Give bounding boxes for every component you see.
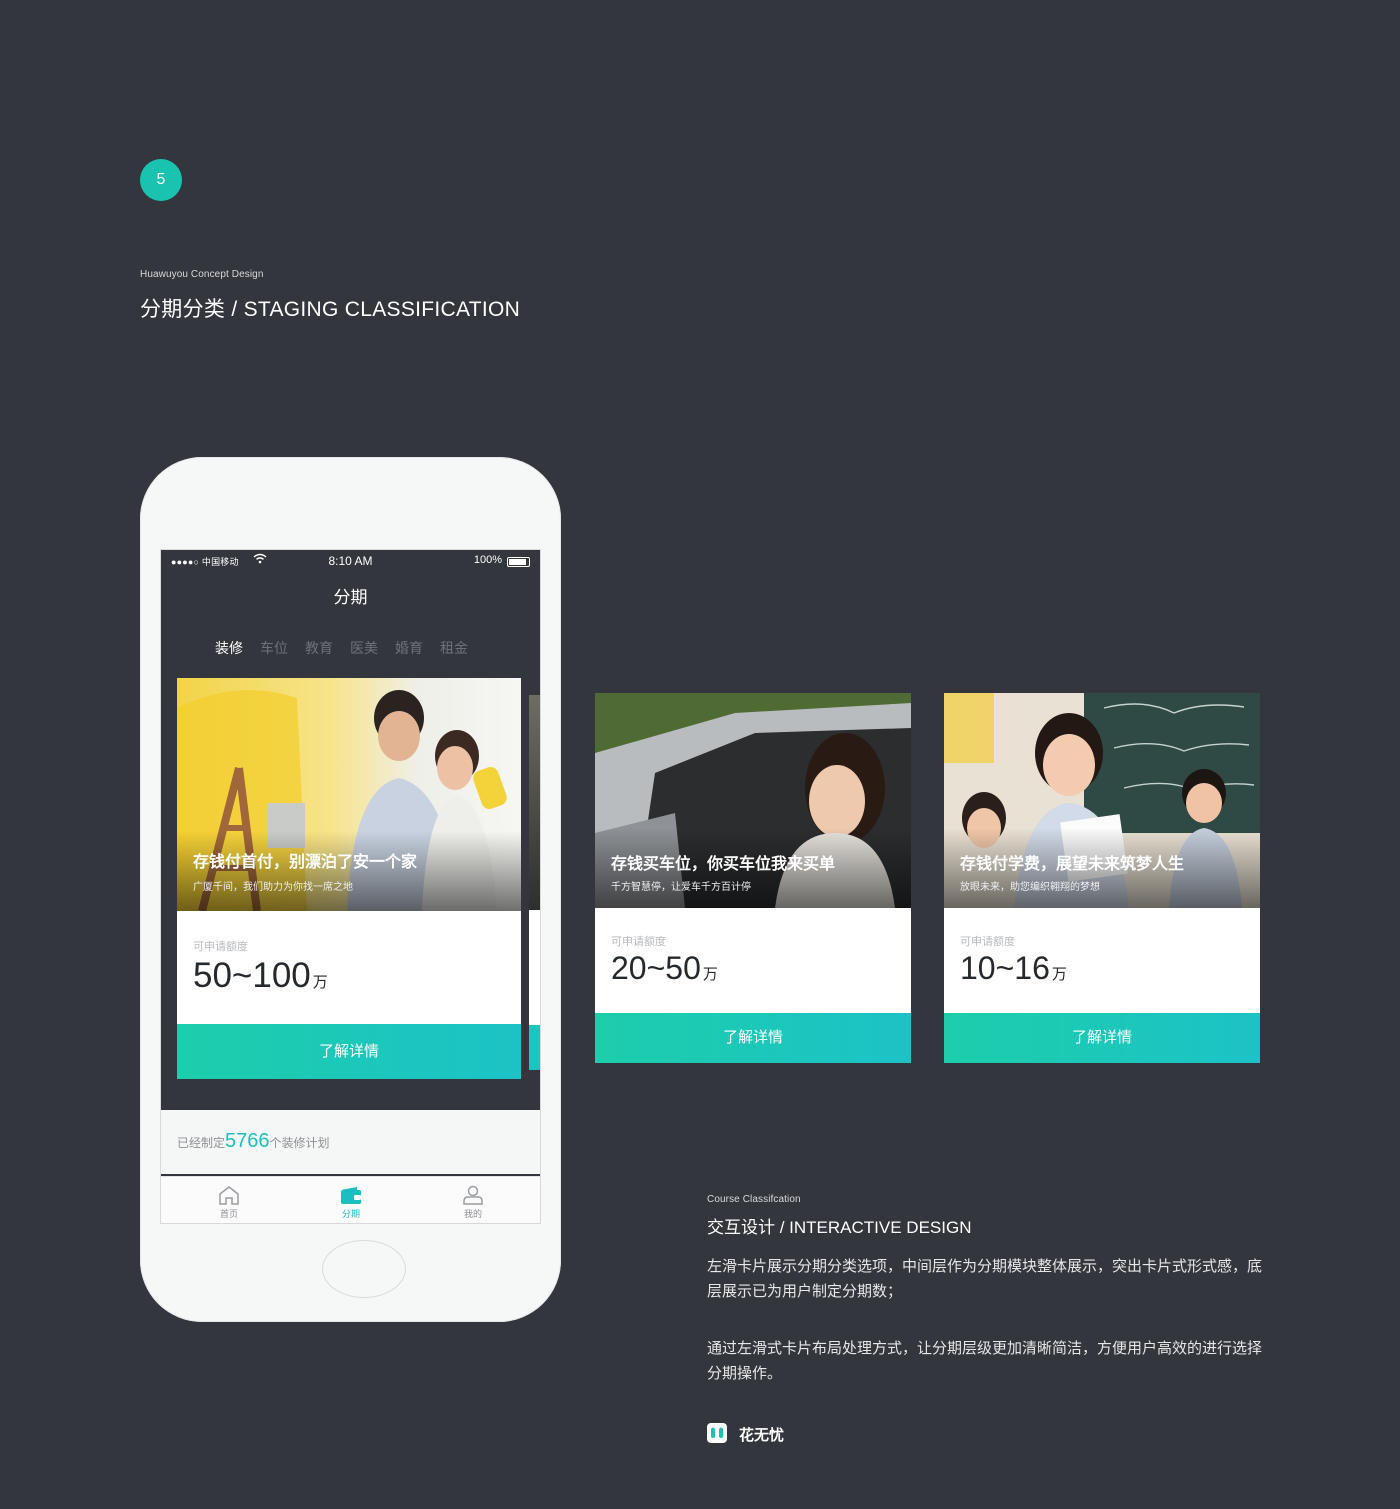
tabbar-installment[interactable]: 分期	[288, 1177, 414, 1220]
next-card-peek[interactable]	[529, 695, 540, 1070]
section2-kicker: Course Classifcation	[707, 1194, 801, 1205]
category-tabs: 装修 车位 教育 医美 婚育 租金	[215, 638, 485, 658]
tab-cosmetic[interactable]: 医美	[350, 638, 378, 658]
card-photo: 存钱付学费，展望未来筑梦人生 放眼未来，助您编织翱翔的梦想	[944, 693, 1260, 908]
tab-renovation[interactable]: 装修	[215, 638, 243, 658]
installment-card-renovation[interactable]: 存钱付首付，别漂泊了安一个家 广厦千间，我们助力为你找一席之地 可申请额度 50…	[177, 678, 521, 1079]
card-headline: 存钱买车位，你买车位我来买单	[611, 856, 836, 873]
plans-count-strip: 已经制定5766个装修计划	[161, 1110, 540, 1174]
amount-value: 50~100	[193, 956, 311, 995]
credit-limit-label: 可申请额度	[611, 936, 666, 948]
card-photo: 存钱买车位，你买车位我来买单 千方智慧停，让爱车千方百计停	[595, 693, 911, 908]
amount-unit: 万	[702, 966, 718, 983]
tab-rent[interactable]: 租金	[440, 638, 468, 658]
plans-prefix: 已经制定	[177, 1136, 226, 1150]
description-paragraph-1: 左滑卡片展示分期分类选项，中间层作为分期模块整体展示，突出卡片式形式感，底层展示…	[707, 1258, 1263, 1300]
tabbar-profile[interactable]: 我的	[410, 1177, 536, 1220]
section2-title: 交互设计 / INTERACTIVE DESIGN	[707, 1218, 972, 1237]
tab-education[interactable]: 教育	[305, 638, 333, 658]
installment-card-parking[interactable]: 存钱买车位，你买车位我来买单 千方智慧停，让爱车千方百计停 可申请额度 20~5…	[595, 693, 911, 1063]
amount-value: 20~50	[611, 950, 701, 986]
plans-count-text: 已经制定5766个装修计划	[177, 1130, 330, 1153]
user-icon	[410, 1185, 536, 1207]
tabbar-installment-label: 分期	[341, 1209, 360, 1219]
credit-limit-label: 可申请额度	[960, 936, 1015, 948]
nav-title: 分期	[333, 588, 368, 607]
credit-limit-label: 可申请额度	[193, 941, 248, 953]
amount-value: 10~16	[960, 950, 1050, 986]
credit-limit-amount: 20~50 万	[611, 950, 718, 987]
learn-more-button[interactable]: 了解详情	[595, 1013, 911, 1063]
learn-more-button[interactable]: 了解详情	[944, 1013, 1260, 1063]
card-headline: 存钱付首付，别漂泊了安一个家	[193, 854, 418, 871]
tab-wedding[interactable]: 婚育	[395, 638, 423, 658]
description-paragraph-2: 通过左滑式卡片布局处理方式，让分期层级更加清晰简洁，方便用户高效的进行选择分期操…	[707, 1340, 1263, 1382]
tab-parking[interactable]: 车位	[260, 638, 288, 658]
tabbar-home-label: 首页	[219, 1209, 238, 1219]
card-subline: 千方智慧停，让爱车千方百计停	[611, 882, 751, 893]
plans-suffix: 个装修计划	[269, 1136, 330, 1150]
card-headline: 存钱付学费，展望未来筑梦人生	[960, 856, 1185, 873]
tabbar-home[interactable]: 首页	[166, 1177, 292, 1220]
home-icon	[166, 1185, 292, 1207]
card-subline: 放眼未来，助您编织翱翔的梦想	[960, 882, 1100, 893]
battery-icon	[507, 557, 530, 567]
credit-limit-amount: 50~100 万	[193, 956, 328, 996]
brand-logo-icon	[707, 1423, 727, 1443]
card-photo: 存钱付首付，别漂泊了安一个家 广厦千间，我们助力为你找一席之地	[177, 678, 521, 911]
card-subline: 广厦千间，我们助力为你找一席之地	[193, 882, 353, 893]
phone-home-button	[322, 1240, 406, 1298]
app-screen: ●●●●○ 中国移动 8:10 AM 100% 分期 装修 车位 教育 医美 婚育 租金	[160, 549, 541, 1224]
status-bar: ●●●●○ 中国移动 8:10 AM 100%	[161, 550, 540, 572]
amount-unit: 万	[312, 974, 328, 991]
brand-name: 花无忧	[739, 1427, 785, 1444]
step-number-badge: 5	[140, 159, 182, 201]
installment-card-education[interactable]: 存钱付学费，展望未来筑梦人生 放眼未来，助您编织翱翔的梦想 可申请额度 10~1…	[944, 693, 1260, 1063]
learn-more-button[interactable]: 了解详情	[177, 1024, 521, 1079]
battery-percent: 100%	[473, 554, 502, 566]
plans-count: 5766	[225, 1130, 270, 1152]
wallet-icon	[288, 1185, 414, 1207]
section-kicker: Huawuyou Concept Design	[140, 269, 264, 280]
tabbar-profile-label: 我的	[463, 1209, 482, 1219]
bottom-tab-bar: 首页 分期 我的	[161, 1176, 540, 1223]
amount-unit: 万	[1051, 966, 1067, 983]
section-title: 分期分类 / STAGING CLASSIFICATION	[140, 298, 521, 321]
credit-limit-amount: 10~16 万	[960, 950, 1067, 987]
